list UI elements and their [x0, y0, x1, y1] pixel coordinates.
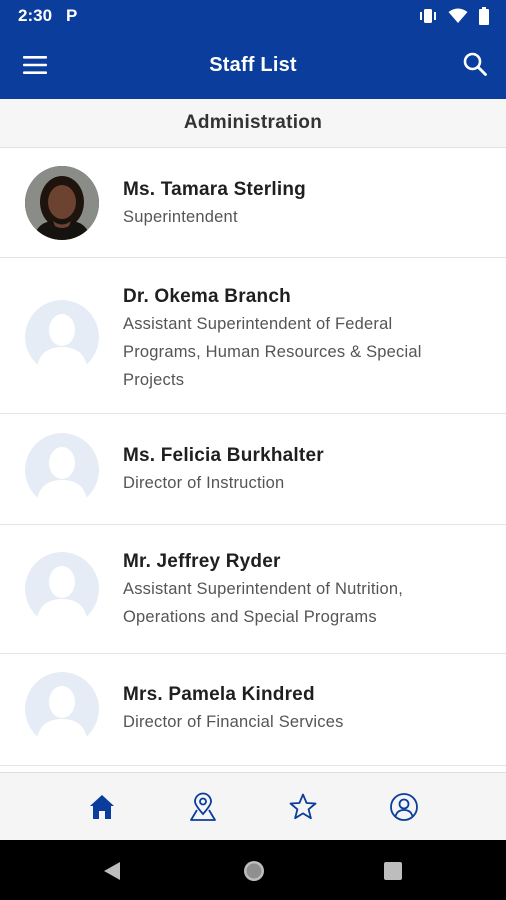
bottom-nav	[0, 772, 506, 840]
avatar-placeholder	[25, 433, 99, 507]
battery-icon	[479, 7, 489, 25]
status-time: 2:30	[18, 6, 53, 25]
home-icon[interactable]	[87, 792, 117, 822]
recents-icon[interactable]	[383, 861, 403, 881]
avatar-placeholder	[25, 552, 99, 626]
staff-title: Superintendent	[123, 208, 238, 226]
user-icon[interactable]	[389, 792, 419, 822]
wifi-icon	[448, 8, 468, 23]
menu-icon[interactable]	[22, 52, 48, 78]
staff-name: Dr. Okema Branch	[123, 286, 291, 307]
staff-name: Ms. Felicia Burkhalter	[123, 445, 324, 466]
person-silhouette-icon	[25, 300, 99, 374]
staff-title: Assistant Superintendent of Federal Prog…	[123, 315, 422, 389]
person-silhouette-icon	[25, 672, 99, 746]
home-circle-icon[interactable]	[242, 859, 266, 883]
staff-list-item[interactable]: Ms. Tamara Sterling Superintendent	[0, 148, 506, 258]
status-bar: 2:30 P	[0, 0, 506, 32]
person-silhouette-icon	[25, 552, 99, 626]
system-nav-bar	[0, 840, 506, 900]
person-silhouette-icon	[25, 433, 99, 507]
vibrate-icon	[420, 9, 436, 23]
staff-list-item[interactable]: Mr. Jeffrey Ryder Assistant Superintende…	[0, 525, 506, 654]
staff-list-item[interactable]: Ms. Felicia Burkhalter Director of Instr…	[0, 414, 506, 525]
app-bar: Staff List	[0, 32, 506, 99]
back-icon[interactable]	[101, 860, 123, 882]
avatar-photo	[25, 166, 99, 240]
notification-icon: P	[66, 6, 78, 25]
staff-list-item[interactable]: Dr. Okema Branch Assistant Superintenden…	[0, 258, 506, 414]
staff-title: Assistant Superintendent of Nutrition, O…	[123, 580, 404, 626]
section-header: Administration	[0, 99, 506, 148]
staff-title: Director of Financial Services	[123, 713, 344, 731]
staff-name: Ms. Tamara Sterling	[123, 179, 306, 200]
staff-title: Director of Instruction	[123, 474, 285, 492]
staff-name: Mrs. Pamela Kindred	[123, 684, 315, 705]
staff-name: Mr. Jeffrey Ryder	[123, 551, 281, 572]
search-icon[interactable]	[462, 51, 488, 77]
map-pin-icon[interactable]	[188, 792, 218, 822]
star-icon[interactable]	[288, 792, 318, 822]
avatar-placeholder	[25, 300, 99, 374]
page-title: Staff List	[209, 54, 297, 76]
staff-list-item[interactable]: Mrs. Pamela Kindred Director of Financia…	[0, 654, 506, 766]
avatar-placeholder	[25, 672, 99, 746]
